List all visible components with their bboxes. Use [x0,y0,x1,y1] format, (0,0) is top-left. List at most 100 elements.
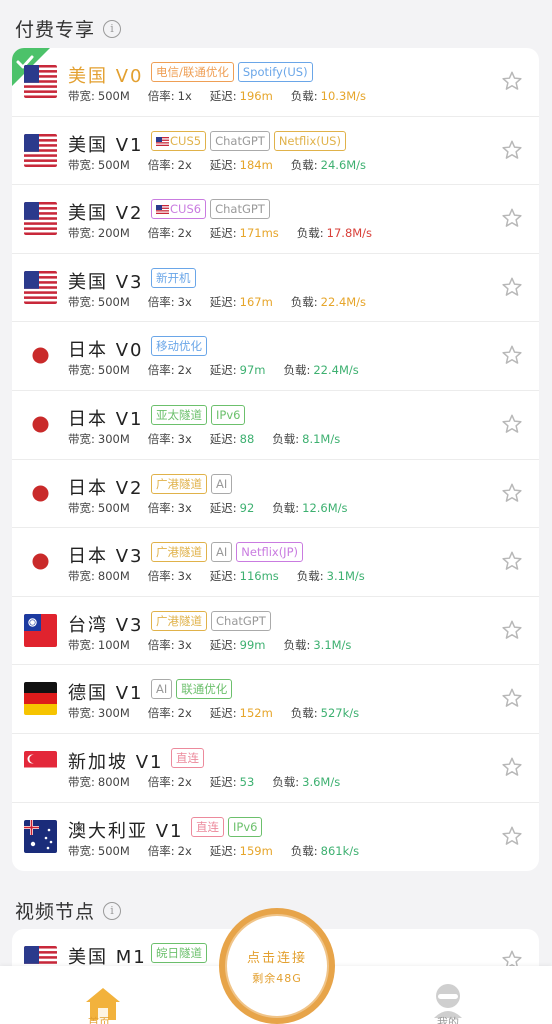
favorite-star-icon[interactable] [501,344,523,366]
favorite-star-icon[interactable] [501,413,523,435]
favorite-star-icon[interactable] [501,825,523,847]
bandwidth-value: 300M [97,431,130,446]
node-name: 美国 V3 [68,271,144,293]
node-tag: Spotify(US) [237,62,313,82]
bandwidth-value: 500M [97,363,130,378]
node-tag: AI [151,679,173,700]
rate-value: 2x [177,843,192,858]
load-value: 12.6M/s [302,500,348,515]
node-tag-text: Netflix(JP) [241,545,298,560]
node-tag-text: 广港隧道 [156,613,202,628]
favorite-star-icon[interactable] [501,756,523,778]
node-row[interactable]: 美国 V3 新开机带宽: 500M 倍率: 3x 延迟: 167m 负载: 22.4M/s [12,254,539,323]
node-name: 德国 V1 [68,683,144,705]
node-stats: 带宽: 500M 倍率: 3x 延迟: 167m 负载: 22.4M/s [68,294,384,310]
jp-flag-icon [24,407,57,441]
rate-label: 倍率: [147,431,175,446]
node-stats: 带宽: 800M 倍率: 3x 延迟: 116ms 负载: 3.1M/s [68,568,383,584]
jp-flag-icon [24,339,57,373]
load-value: 10.3M/s [320,89,367,103]
node-row[interactable]: 德国 V1 AI 联通优化 带宽: 300M 倍率: 2x 延迟: 152m 负载: 527k/s [12,665,539,734]
node-tag: ChatGPT [210,199,270,220]
node-tag: 皖日隧道 [151,943,207,963]
favorite-star-icon[interactable] [501,70,523,92]
node-tag-text: 联通优化 [181,682,228,697]
rate-label: 倍率: [147,363,175,378]
node-tags: 移动优化 [151,336,207,357]
load-value: 8.1M/s [302,431,341,446]
latency-value: 99m [239,637,266,652]
node-tags: CUS5 ChatGPT Netflix(US) [151,130,346,151]
node-tag-text: 新开机 [156,270,191,285]
latency-value: 184m [239,157,273,172]
favorite-star-icon[interactable] [501,482,523,504]
remaining-data: 剩余48G [252,971,302,985]
latency-label: 延迟: [209,706,237,721]
info-icon[interactable]: i [103,19,122,38]
latency-label: 延迟: [209,363,237,378]
rate-value: 2x [177,774,192,789]
node-name: 日本 V3 [68,546,144,568]
latency-label: 延迟: [209,157,237,172]
node-stats: 带宽: 200M 倍率: 2x 延迟: 171ms 负载: 17.8M/s [68,225,390,241]
node-row[interactable]: 美国 V2 CUS6 ChatGPT 带宽: 200M 倍率: 2x 延迟: 171ms 负载: 1… [12,185,539,254]
load-label: 负载: [290,706,318,721]
load-value: 527k/s [320,706,360,721]
bandwidth-label: 带宽: [68,569,95,584]
rate-value: 3x [177,431,192,446]
rate-label: 倍率: [147,157,175,172]
section-header-paid: 付费专享 i [15,15,122,42]
load-label: 负载: [290,843,318,858]
node-tag: 直连 [191,816,224,837]
node-tags: 直连 IPv6 [191,816,263,837]
node-tag-text: AI [216,476,228,491]
node-tag-text: 亚太隧道 [156,407,202,422]
node-tag-text: 电信/联通优化 [156,65,229,79]
node-tag: IPv6 [211,404,246,425]
latency-value: 97m [239,363,266,378]
node-tag-text: 直连 [176,750,199,765]
node-tag: ChatGPT [210,130,270,151]
node-row[interactable]: 台湾 V3 广港隧道 ChatGPT 带宽: 100M 倍率: 3x 延迟: 99m 负载: 3.1… [12,597,539,666]
favorite-star-icon[interactable] [501,687,523,709]
node-row[interactable]: 日本 V1 亚太隧道 IPv6 带宽: 300M 倍率: 3x 延迟: 88 负载: 8.1M/s [12,391,539,460]
load-value: 3.6M/s [302,774,341,789]
node-row[interactable]: 日本 V0 移动优化 带宽: 500M 倍率: 2x 延迟: 97m 负载: 22.4M/s [12,322,539,391]
node-row[interactable]: 美国 V1 CUS5 ChatGPT Netflix(US) 带宽: 500M 倍率: 2x 延… [12,117,539,186]
load-label: 负载: [290,157,318,172]
favorite-star-icon[interactable] [501,207,523,229]
favorite-star-icon[interactable] [501,550,523,572]
node-tag: Netflix(US) [273,130,346,151]
connect-label: 点击连接 [246,950,307,966]
node-stats: 带宽: 500M 倍率: 1x 延迟: 196m 负载: 10.3M/s [68,88,384,104]
rate-value: 2x [177,157,192,172]
node-tag: Netflix(JP) [236,542,303,563]
favorite-star-icon[interactable] [501,139,523,161]
node-tag: 亚太隧道 [151,404,207,425]
node-row[interactable]: 新加坡 V1 直连 带宽: 800M 倍率: 2x 延迟: 53 负载: 3.6M/s [12,734,539,803]
node-tag-text: 移动优化 [156,339,202,354]
node-name: 日本 V0 [68,340,144,362]
bandwidth-label: 带宽: [68,226,95,241]
load-label: 负载: [272,774,300,789]
node-tag-text: ChatGPT [215,202,265,217]
bandwidth-value: 800M [97,569,130,584]
connect-button[interactable]: 点击连接 剩余48G [219,908,335,1024]
load-label: 负载: [272,500,300,515]
load-label: 负载: [290,89,318,103]
node-tag-text: CUS5 [170,133,202,148]
node-tags: 广港隧道 ChatGPT [151,610,271,631]
bandwidth-value: 100M [97,637,130,652]
info-icon[interactable]: i [103,901,122,920]
node-row[interactable]: 澳大利亚 V1 直连 IPv6 带宽: 500M 倍率: 2x 延迟: 159m 负载: 861k/… [12,803,539,872]
node-row[interactable]: 日本 V2 广港隧道 AI 带宽: 500M 倍率: 3x 延迟: 92 负载: 12.6M/s [12,460,539,529]
node-row[interactable]: 美国 V0 电信/联通优化 Spotify(US) 带宽: 500M 倍率: 1x 延迟: 19… [12,48,539,117]
favorite-star-icon[interactable] [501,619,523,641]
rate-value: 3x [177,500,192,515]
node-row[interactable]: 日本 V3 广港隧道 AI Netflix(JP) 带宽: 800M 倍率: 3x 延迟: 116… [12,528,539,597]
node-tag: 广港隧道 [151,473,207,494]
favorite-star-icon[interactable] [501,276,523,298]
node-tag-text: ChatGPT [216,613,266,628]
rate-label: 倍率: [147,706,175,721]
node-tags: 皖日隧道 [151,943,207,963]
